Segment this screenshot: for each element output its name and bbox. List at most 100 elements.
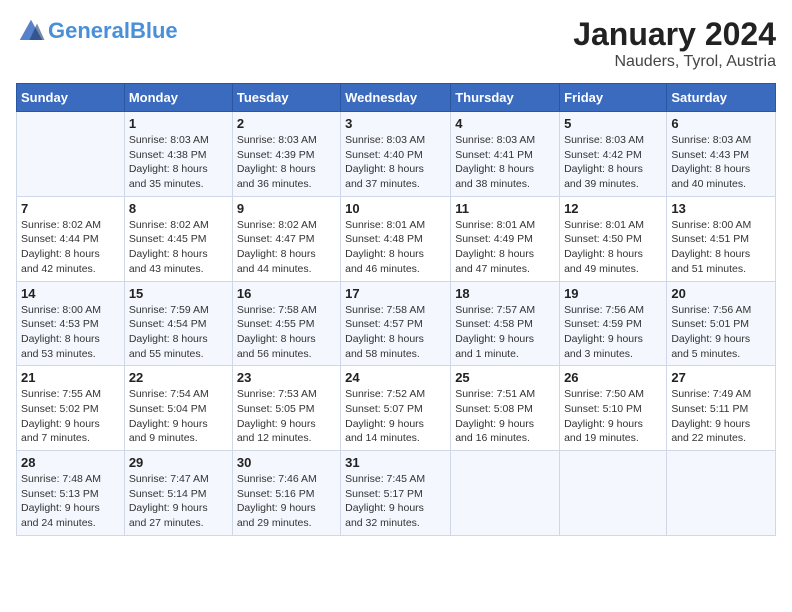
calendar-cell: 31 Sunrise: 7:45 AM Sunset: 5:17 PM Dayli… [341,451,451,536]
page-header: GeneralBlue January 2024 Nauders, Tyrol,… [16,16,776,71]
calendar-cell: 16Sunrise: 7:58 AM Sunset: 4:55 PM Dayli… [232,281,340,366]
day-info: Sunrise: 7:50 AM Sunset: 5:10 PM Dayligh… [564,387,662,446]
day-info: Sunrise: 7:49 AM Sunset: 5:11 PM Dayligh… [671,387,771,446]
day-info: Sunrise: 8:00 AM Sunset: 4:53 PM Dayligh… [21,303,120,362]
day-info: Sunrise: 7:54 AM Sunset: 5:04 PM Dayligh… [129,387,228,446]
day-info: Sunrise: 7:52 AM Sunset: 5:07 PM Dayligh… [345,387,446,446]
header-day-wednesday: Wednesday [341,84,451,112]
day-number: 29 [129,455,228,470]
calendar-cell: 23Sunrise: 7:53 AM Sunset: 5:05 PM Dayli… [232,366,340,451]
day-info: Sunrise: 8:03 AM Sunset: 4:42 PM Dayligh… [564,133,662,192]
day-number: 15 [129,286,228,301]
calendar-cell: 8Sunrise: 8:02 AM Sunset: 4:45 PM Daylig… [124,196,232,281]
day-number: 7 [21,201,120,216]
header-day-sunday: Sunday [17,84,125,112]
calendar-cell: 19Sunrise: 7:56 AM Sunset: 4:59 PM Dayli… [560,281,667,366]
day-info: Sunrise: 8:02 AM Sunset: 4:45 PM Dayligh… [129,218,228,277]
calendar-cell: 1 Sunrise: 8:03 AM Sunset: 4:38 PM Daylig… [124,112,232,197]
day-number: 25 [455,370,555,385]
calendar-cell: 13Sunrise: 8:00 AM Sunset: 4:51 PM Dayli… [667,196,776,281]
header-day-monday: Monday [124,84,232,112]
day-info: Sunrise: 7:58 AM Sunset: 4:55 PM Dayligh… [237,303,336,362]
day-number: 6 [671,116,771,131]
calendar-cell: 12 Sunrise: 8:01 AM Sunset: 4:50 PM Dayli… [560,196,667,281]
header-day-thursday: Thursday [451,84,560,112]
day-number: 13 [671,201,771,216]
calendar-cell: 9 Sunrise: 8:02 AM Sunset: 4:47 PM Daylig… [232,196,340,281]
day-info: Sunrise: 7:56 AM Sunset: 4:59 PM Dayligh… [564,303,662,362]
day-info: Sunrise: 7:55 AM Sunset: 5:02 PM Dayligh… [21,387,120,446]
calendar-cell: 24 Sunrise: 7:52 AM Sunset: 5:07 PM Dayli… [341,366,451,451]
day-number: 5 [564,116,662,131]
day-info: Sunrise: 8:03 AM Sunset: 4:39 PM Dayligh… [237,133,336,192]
day-number: 10 [345,201,446,216]
day-number: 18 [455,286,555,301]
calendar-cell: 4Sunrise: 8:03 AM Sunset: 4:41 PM Daylig… [451,112,560,197]
day-number: 2 [237,116,336,131]
week-row-2: 7 Sunrise: 8:02 AM Sunset: 4:44 PM Daylig… [17,196,776,281]
day-number: 3 [345,116,446,131]
calendar-cell [560,451,667,536]
logo-line1: General [48,18,130,43]
day-number: 31 [345,455,446,470]
calendar-cell: 28 Sunrise: 7:48 AM Sunset: 5:13 PM Dayli… [17,451,125,536]
calendar-cell: 6 Sunrise: 8:03 AM Sunset: 4:43 PM Daylig… [667,112,776,197]
day-info: Sunrise: 7:57 AM Sunset: 4:58 PM Dayligh… [455,303,555,362]
day-number: 27 [671,370,771,385]
calendar-cell: 2 Sunrise: 8:03 AM Sunset: 4:39 PM Daylig… [232,112,340,197]
day-number: 28 [21,455,120,470]
day-info: Sunrise: 8:01 AM Sunset: 4:50 PM Dayligh… [564,218,662,277]
calendar-header-row: SundayMondayTuesdayWednesdayThursdayFrid… [17,84,776,112]
title-block: January 2024 Nauders, Tyrol, Austria [573,16,776,71]
calendar-cell: 17Sunrise: 7:58 AM Sunset: 4:57 PM Dayli… [341,281,451,366]
day-info: Sunrise: 8:03 AM Sunset: 4:38 PM Dayligh… [129,133,228,192]
calendar-cell: 29 Sunrise: 7:47 AM Sunset: 5:14 PM Dayli… [124,451,232,536]
logo: GeneralBlue [16,16,178,46]
day-info: Sunrise: 8:02 AM Sunset: 4:47 PM Dayligh… [237,218,336,277]
day-number: 14 [21,286,120,301]
calendar-cell: 14 Sunrise: 8:00 AM Sunset: 4:53 PM Dayli… [17,281,125,366]
calendar-cell: 18 Sunrise: 7:57 AM Sunset: 4:58 PM Dayli… [451,281,560,366]
day-info: Sunrise: 8:01 AM Sunset: 4:49 PM Dayligh… [455,218,555,277]
day-info: Sunrise: 8:01 AM Sunset: 4:48 PM Dayligh… [345,218,446,277]
calendar-cell: 27 Sunrise: 7:49 AM Sunset: 5:11 PM Dayli… [667,366,776,451]
logo-text: GeneralBlue [48,19,178,43]
calendar-cell [667,451,776,536]
calendar-cell [17,112,125,197]
day-info: Sunrise: 7:48 AM Sunset: 5:13 PM Dayligh… [21,472,120,531]
header-day-saturday: Saturday [667,84,776,112]
week-row-1: 1 Sunrise: 8:03 AM Sunset: 4:38 PM Daylig… [17,112,776,197]
day-info: Sunrise: 8:02 AM Sunset: 4:44 PM Dayligh… [21,218,120,277]
day-info: Sunrise: 8:03 AM Sunset: 4:40 PM Dayligh… [345,133,446,192]
calendar-cell: 21 Sunrise: 7:55 AM Sunset: 5:02 PM Dayli… [17,366,125,451]
day-info: Sunrise: 7:45 AM Sunset: 5:17 PM Dayligh… [345,472,446,531]
day-number: 12 [564,201,662,216]
calendar-cell: 7 Sunrise: 8:02 AM Sunset: 4:44 PM Daylig… [17,196,125,281]
week-row-5: 28 Sunrise: 7:48 AM Sunset: 5:13 PM Dayli… [17,451,776,536]
calendar-title: January 2024 [573,16,776,53]
day-info: Sunrise: 7:46 AM Sunset: 5:16 PM Dayligh… [237,472,336,531]
day-info: Sunrise: 8:03 AM Sunset: 4:43 PM Dayligh… [671,133,771,192]
day-number: 26 [564,370,662,385]
day-info: Sunrise: 7:59 AM Sunset: 4:54 PM Dayligh… [129,303,228,362]
logo-line2: Blue [130,18,178,43]
day-info: Sunrise: 7:56 AM Sunset: 5:01 PM Dayligh… [671,303,771,362]
calendar-cell: 5 Sunrise: 8:03 AM Sunset: 4:42 PM Daylig… [560,112,667,197]
day-number: 20 [671,286,771,301]
day-info: Sunrise: 8:03 AM Sunset: 4:41 PM Dayligh… [455,133,555,192]
day-info: Sunrise: 7:51 AM Sunset: 5:08 PM Dayligh… [455,387,555,446]
day-info: Sunrise: 7:58 AM Sunset: 4:57 PM Dayligh… [345,303,446,362]
day-number: 24 [345,370,446,385]
logo-icon [16,16,46,46]
day-number: 9 [237,201,336,216]
calendar-cell: 15 Sunrise: 7:59 AM Sunset: 4:54 PM Dayli… [124,281,232,366]
calendar-cell: 20 Sunrise: 7:56 AM Sunset: 5:01 PM Dayli… [667,281,776,366]
day-number: 1 [129,116,228,131]
day-info: Sunrise: 7:53 AM Sunset: 5:05 PM Dayligh… [237,387,336,446]
calendar-cell: 11Sunrise: 8:01 AM Sunset: 4:49 PM Dayli… [451,196,560,281]
day-number: 21 [21,370,120,385]
header-day-friday: Friday [560,84,667,112]
calendar-cell: 10 Sunrise: 8:01 AM Sunset: 4:48 PM Dayli… [341,196,451,281]
calendar-subtitle: Nauders, Tyrol, Austria [573,53,776,71]
day-info: Sunrise: 7:47 AM Sunset: 5:14 PM Dayligh… [129,472,228,531]
